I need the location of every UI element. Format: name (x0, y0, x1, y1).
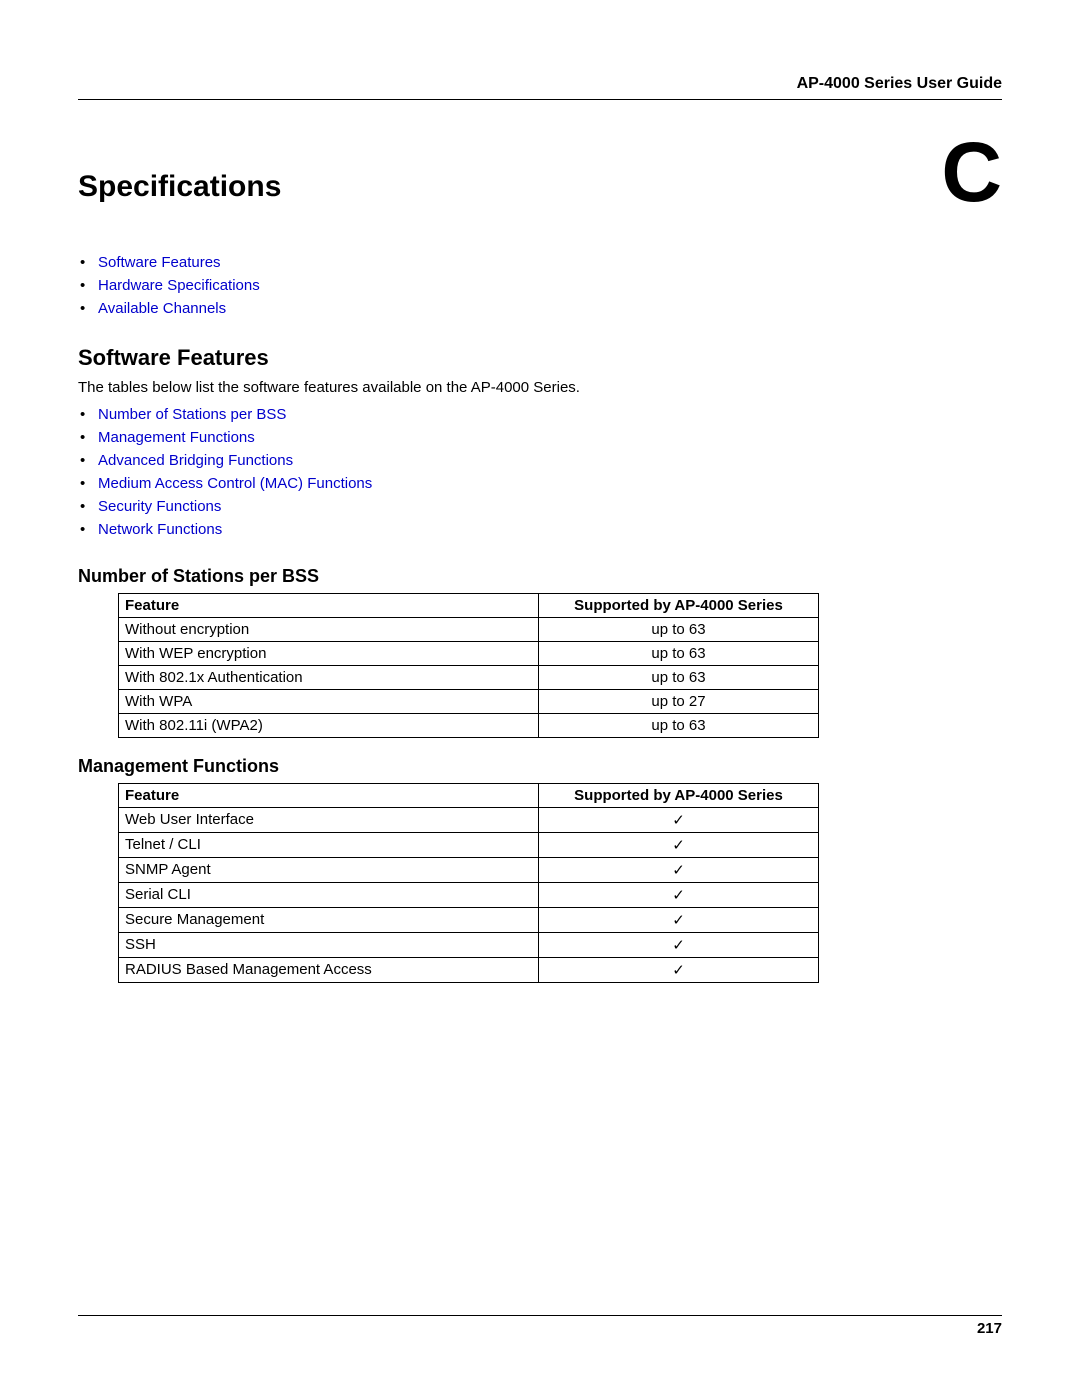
cell-feature: With WEP encryption (119, 642, 539, 666)
table-management-functions: Feature Supported by AP-4000 Series Web … (118, 783, 819, 983)
cell-feature: Without encryption (119, 618, 539, 642)
heading-number-of-stations: Number of Stations per BSS (78, 566, 1002, 587)
link-mac-functions[interactable]: Medium Access Control (MAC) Functions (98, 475, 372, 492)
table-row: With WEP encryptionup to 63 (119, 642, 819, 666)
link-hardware-specifications[interactable]: Hardware Specifications (98, 277, 260, 294)
cell-feature: With 802.11i (WPA2) (119, 714, 539, 738)
table-header-row: Feature Supported by AP-4000 Series (119, 784, 819, 808)
cell-feature: With WPA (119, 690, 539, 714)
table-row: With 802.1x Authenticationup to 63 (119, 666, 819, 690)
header-guide-title: AP-4000 Series User Guide (78, 75, 1002, 93)
cell-feature: Web User Interface (119, 808, 539, 833)
header-feature: Feature (119, 784, 539, 808)
cell-support: ✓ (539, 883, 819, 908)
title-row: Specifications C (78, 130, 1002, 214)
cell-support: ✓ (539, 833, 819, 858)
software-features-link-list: Number of Stations per BSS Management Fu… (78, 406, 1002, 538)
header-support: Supported by AP-4000 Series (539, 594, 819, 618)
page-number: 217 (78, 1320, 1002, 1337)
cell-support: up to 63 (539, 618, 819, 642)
table-row: With 802.11i (WPA2)up to 63 (119, 714, 819, 738)
cell-feature: Serial CLI (119, 883, 539, 908)
cell-support: ✓ (539, 808, 819, 833)
link-advanced-bridging-functions[interactable]: Advanced Bridging Functions (98, 452, 293, 469)
footer-divider (78, 1315, 1002, 1316)
document-page: AP-4000 Series User Guide Specifications… (0, 0, 1080, 1397)
heading-management-functions: Management Functions (78, 756, 1002, 777)
cell-feature: Telnet / CLI (119, 833, 539, 858)
appendix-letter: C (941, 130, 1002, 214)
table-row: RADIUS Based Management Access✓ (119, 958, 819, 983)
table-header-row: Feature Supported by AP-4000 Series (119, 594, 819, 618)
table-row: Telnet / CLI✓ (119, 833, 819, 858)
footer: 217 (78, 1315, 1002, 1337)
link-software-features[interactable]: Software Features (98, 254, 221, 271)
table-row: Without encryptionup to 63 (119, 618, 819, 642)
header-divider (78, 99, 1002, 100)
header-feature: Feature (119, 594, 539, 618)
cell-support: up to 63 (539, 642, 819, 666)
table-row: Serial CLI✓ (119, 883, 819, 908)
page-title: Specifications (78, 170, 281, 204)
cell-feature: Secure Management (119, 908, 539, 933)
cell-support: up to 27 (539, 690, 819, 714)
cell-support: ✓ (539, 858, 819, 883)
software-features-intro: The tables below list the software featu… (78, 379, 1002, 396)
link-available-channels[interactable]: Available Channels (98, 300, 226, 317)
link-management-functions[interactable]: Management Functions (98, 429, 255, 446)
cell-support: ✓ (539, 933, 819, 958)
cell-feature: With 802.1x Authentication (119, 666, 539, 690)
table-number-of-stations: Feature Supported by AP-4000 Series With… (118, 593, 819, 738)
cell-feature: SSH (119, 933, 539, 958)
cell-support: up to 63 (539, 714, 819, 738)
table-row: Web User Interface✓ (119, 808, 819, 833)
table-row: With WPAup to 27 (119, 690, 819, 714)
cell-support: up to 63 (539, 666, 819, 690)
top-link-list: Software Features Hardware Specification… (78, 254, 1002, 317)
table-row: Secure Management✓ (119, 908, 819, 933)
cell-feature: RADIUS Based Management Access (119, 958, 539, 983)
link-number-of-stations[interactable]: Number of Stations per BSS (98, 406, 286, 423)
cell-support: ✓ (539, 958, 819, 983)
link-network-functions[interactable]: Network Functions (98, 521, 222, 538)
header-support: Supported by AP-4000 Series (539, 784, 819, 808)
table-row: SNMP Agent✓ (119, 858, 819, 883)
table-row: SSH✓ (119, 933, 819, 958)
cell-support: ✓ (539, 908, 819, 933)
heading-software-features: Software Features (78, 345, 1002, 371)
link-security-functions[interactable]: Security Functions (98, 498, 221, 515)
cell-feature: SNMP Agent (119, 858, 539, 883)
